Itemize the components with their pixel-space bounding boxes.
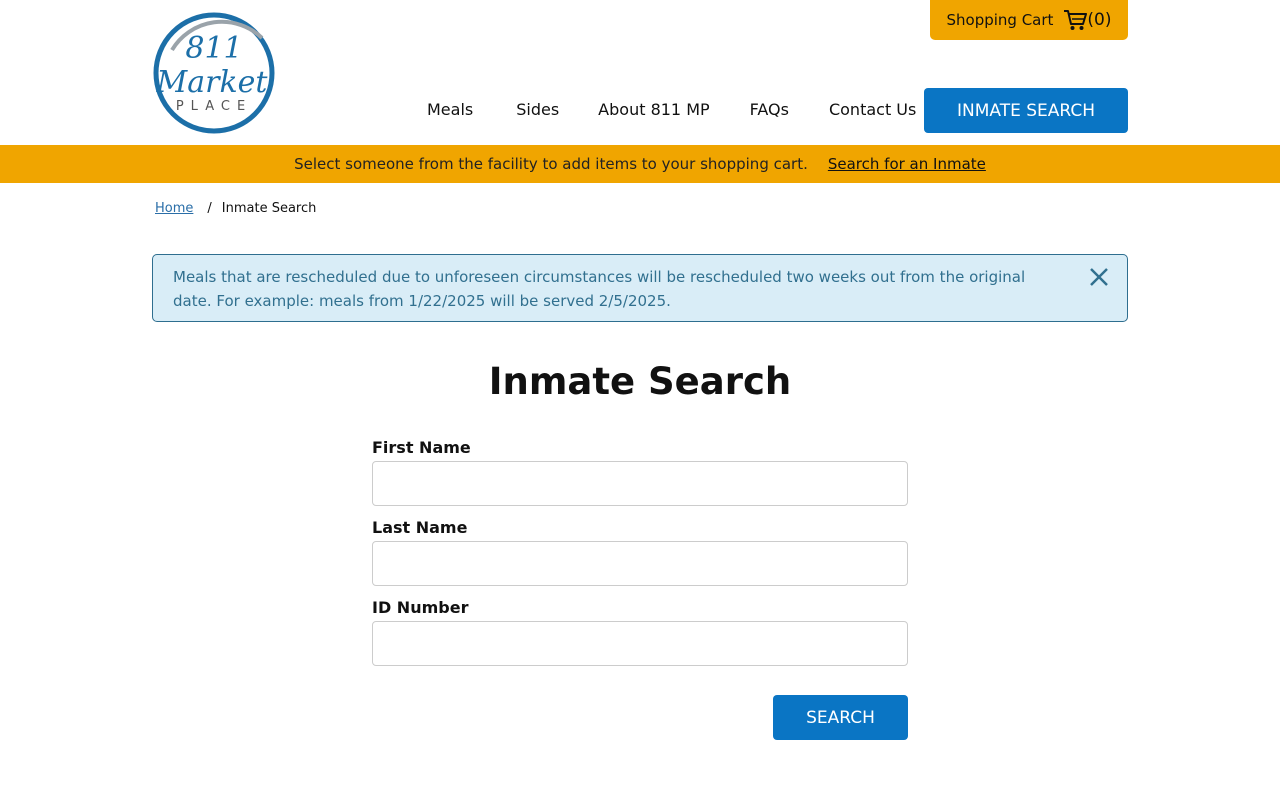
close-icon[interactable]	[1087, 265, 1111, 289]
info-alert: Meals that are rescheduled due to unfore…	[152, 254, 1128, 322]
inmate-search-nav-button[interactable]: INMATE SEARCH	[924, 88, 1128, 133]
inmate-search-form: First Name Last Name ID Number	[372, 438, 908, 678]
breadcrumb-home-link[interactable]: Home	[155, 201, 193, 216]
breadcrumb-separator: /	[207, 201, 212, 216]
nav-meals[interactable]: Meals	[427, 100, 473, 119]
shopping-cart-button[interactable]: Shopping Cart (0)	[930, 0, 1128, 40]
nav-sides[interactable]: Sides	[516, 100, 559, 119]
svg-text:Market: Market	[156, 65, 269, 100]
id-number-input[interactable]	[372, 621, 908, 666]
site-header: 811 Market PLACE Shopping Cart (0) Meals…	[0, 0, 1280, 145]
nav-faqs[interactable]: FAQs	[750, 100, 789, 119]
first-name-input[interactable]	[372, 461, 908, 506]
main-nav: Meals Sides About 811 MP FAQs Contact Us	[427, 100, 916, 119]
cart-count: (0)	[1087, 10, 1112, 30]
banner-text: Select someone from the facility to add …	[294, 155, 808, 173]
last-name-input[interactable]	[372, 541, 908, 586]
last-name-label: Last Name	[372, 518, 468, 537]
nav-contact[interactable]: Contact Us	[829, 100, 916, 119]
search-inmate-link[interactable]: Search for an Inmate	[828, 155, 986, 173]
logo[interactable]: 811 Market PLACE	[152, 10, 276, 136]
first-name-label: First Name	[372, 438, 471, 457]
cart-icon	[1064, 10, 1088, 30]
svg-text:PLACE: PLACE	[176, 99, 252, 114]
alert-message: Meals that are rescheduled due to unfore…	[173, 268, 1026, 310]
breadcrumb: Home / Inmate Search	[155, 201, 316, 216]
svg-text:811: 811	[185, 31, 242, 66]
breadcrumb-current: Inmate Search	[221, 201, 317, 216]
notice-banner: Select someone from the facility to add …	[0, 145, 1280, 183]
nav-about[interactable]: About 811 MP	[598, 100, 709, 119]
shopping-cart-label: Shopping Cart	[946, 11, 1054, 29]
page-title: Inmate Search	[488, 360, 792, 403]
id-number-label: ID Number	[372, 598, 469, 617]
search-button[interactable]: SEARCH	[773, 695, 908, 740]
